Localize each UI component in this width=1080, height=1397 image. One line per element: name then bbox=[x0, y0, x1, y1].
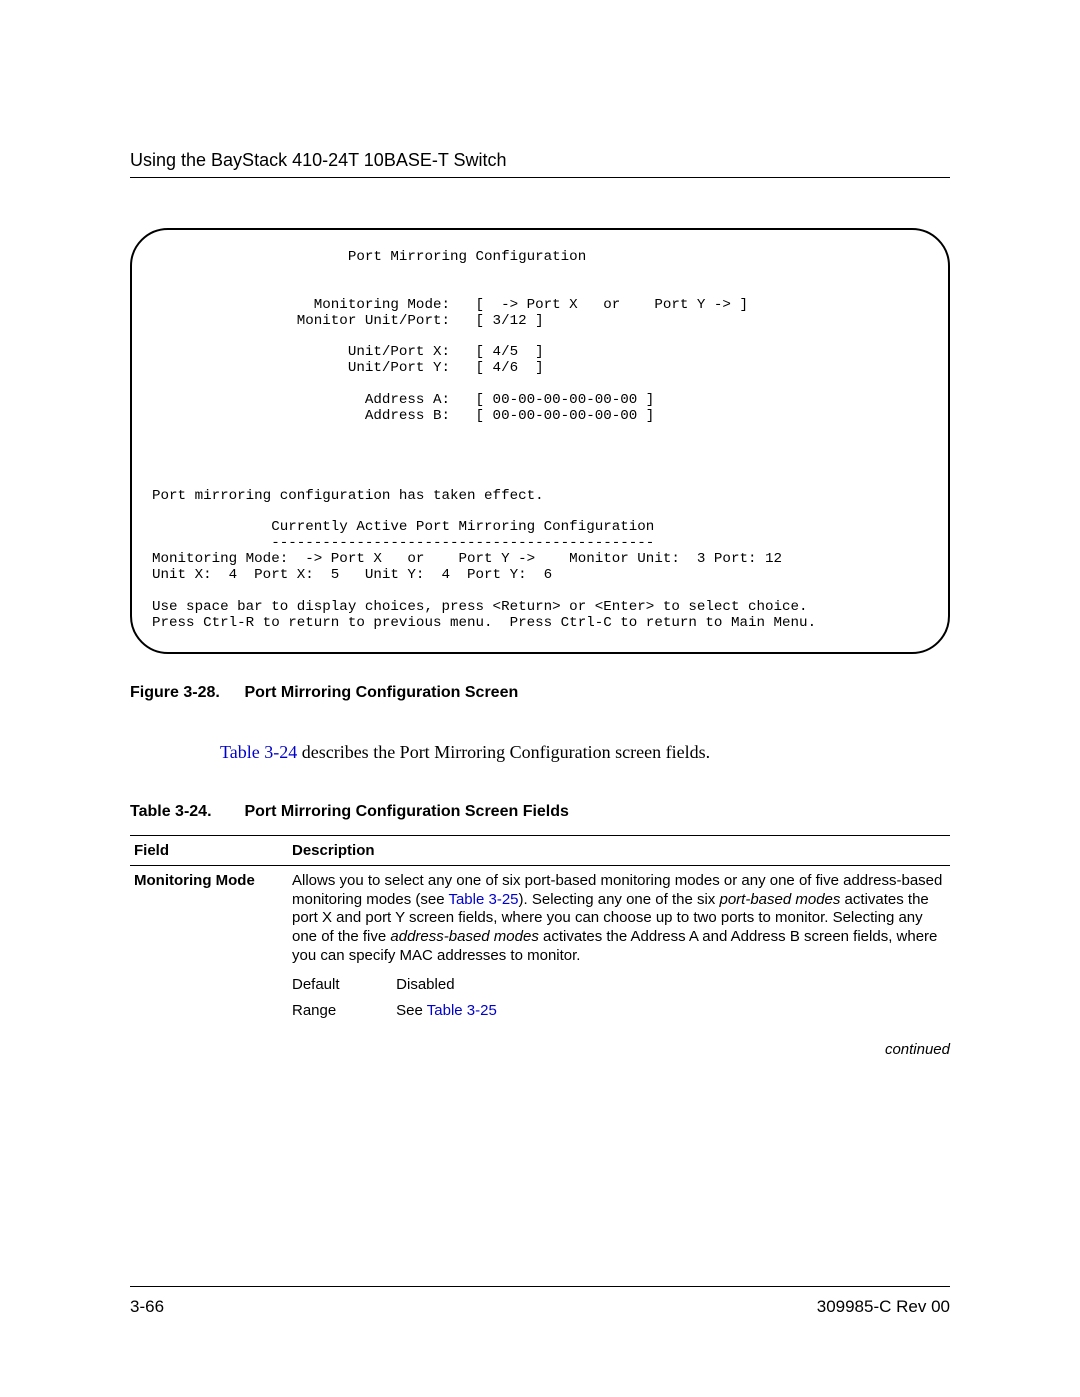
body-paragraph: Table 3-24 describes the Port Mirroring … bbox=[220, 742, 950, 763]
figure-number: Figure 3-28. bbox=[130, 684, 240, 702]
table-link-inline[interactable]: Table 3-25 bbox=[448, 891, 518, 908]
table-link[interactable]: Table 3-24 bbox=[220, 742, 297, 762]
header-description: Description bbox=[288, 835, 950, 865]
range-prefix: See bbox=[396, 1002, 427, 1019]
continued-label: continued bbox=[130, 1041, 950, 1058]
page-number: 3-66 bbox=[130, 1297, 164, 1317]
header-field: Field bbox=[130, 835, 288, 865]
range-link[interactable]: Table 3-25 bbox=[427, 1002, 497, 1019]
figure-title: Port Mirroring Configuration Screen bbox=[244, 684, 518, 701]
range-label: Range bbox=[292, 1002, 392, 1021]
field-table: Field Description Monitoring Mode Allows… bbox=[130, 835, 950, 1025]
default-value: Disabled bbox=[396, 976, 454, 993]
header-title: Using the BayStack 410-24T 10BASE-T Swit… bbox=[130, 150, 950, 171]
field-name: Monitoring Mode bbox=[130, 865, 288, 971]
field-description: Allows you to select any one of six port… bbox=[288, 865, 950, 971]
table-number: Table 3-24. bbox=[130, 803, 240, 821]
footer: 3-66 309985-C Rev 00 bbox=[130, 1286, 950, 1317]
default-label: Default bbox=[292, 976, 392, 995]
footer-rule bbox=[130, 1286, 950, 1287]
table-row: Monitoring Mode Allows you to select any… bbox=[130, 865, 950, 971]
table-caption: Table 3-24. Port Mirroring Configuration… bbox=[130, 803, 950, 821]
table-row: Range See Table 3-25 bbox=[130, 998, 950, 1025]
default-cell: Default Disabled bbox=[288, 972, 950, 999]
table-header-row: Field Description bbox=[130, 835, 950, 865]
table-title: Port Mirroring Configuration Screen Fiel… bbox=[244, 803, 568, 820]
range-cell: Range See Table 3-25 bbox=[288, 998, 950, 1025]
terminal-screen: Port Mirroring Configuration Monitoring … bbox=[130, 228, 950, 654]
figure-caption: Figure 3-28. Port Mirroring Configuratio… bbox=[130, 684, 950, 702]
doc-id: 309985-C Rev 00 bbox=[817, 1297, 950, 1317]
paragraph-text: describes the Port Mirroring Configurati… bbox=[297, 742, 710, 762]
header-rule bbox=[130, 177, 950, 178]
page: Using the BayStack 410-24T 10BASE-T Swit… bbox=[0, 0, 1080, 1397]
table-row: Default Disabled bbox=[130, 972, 950, 999]
